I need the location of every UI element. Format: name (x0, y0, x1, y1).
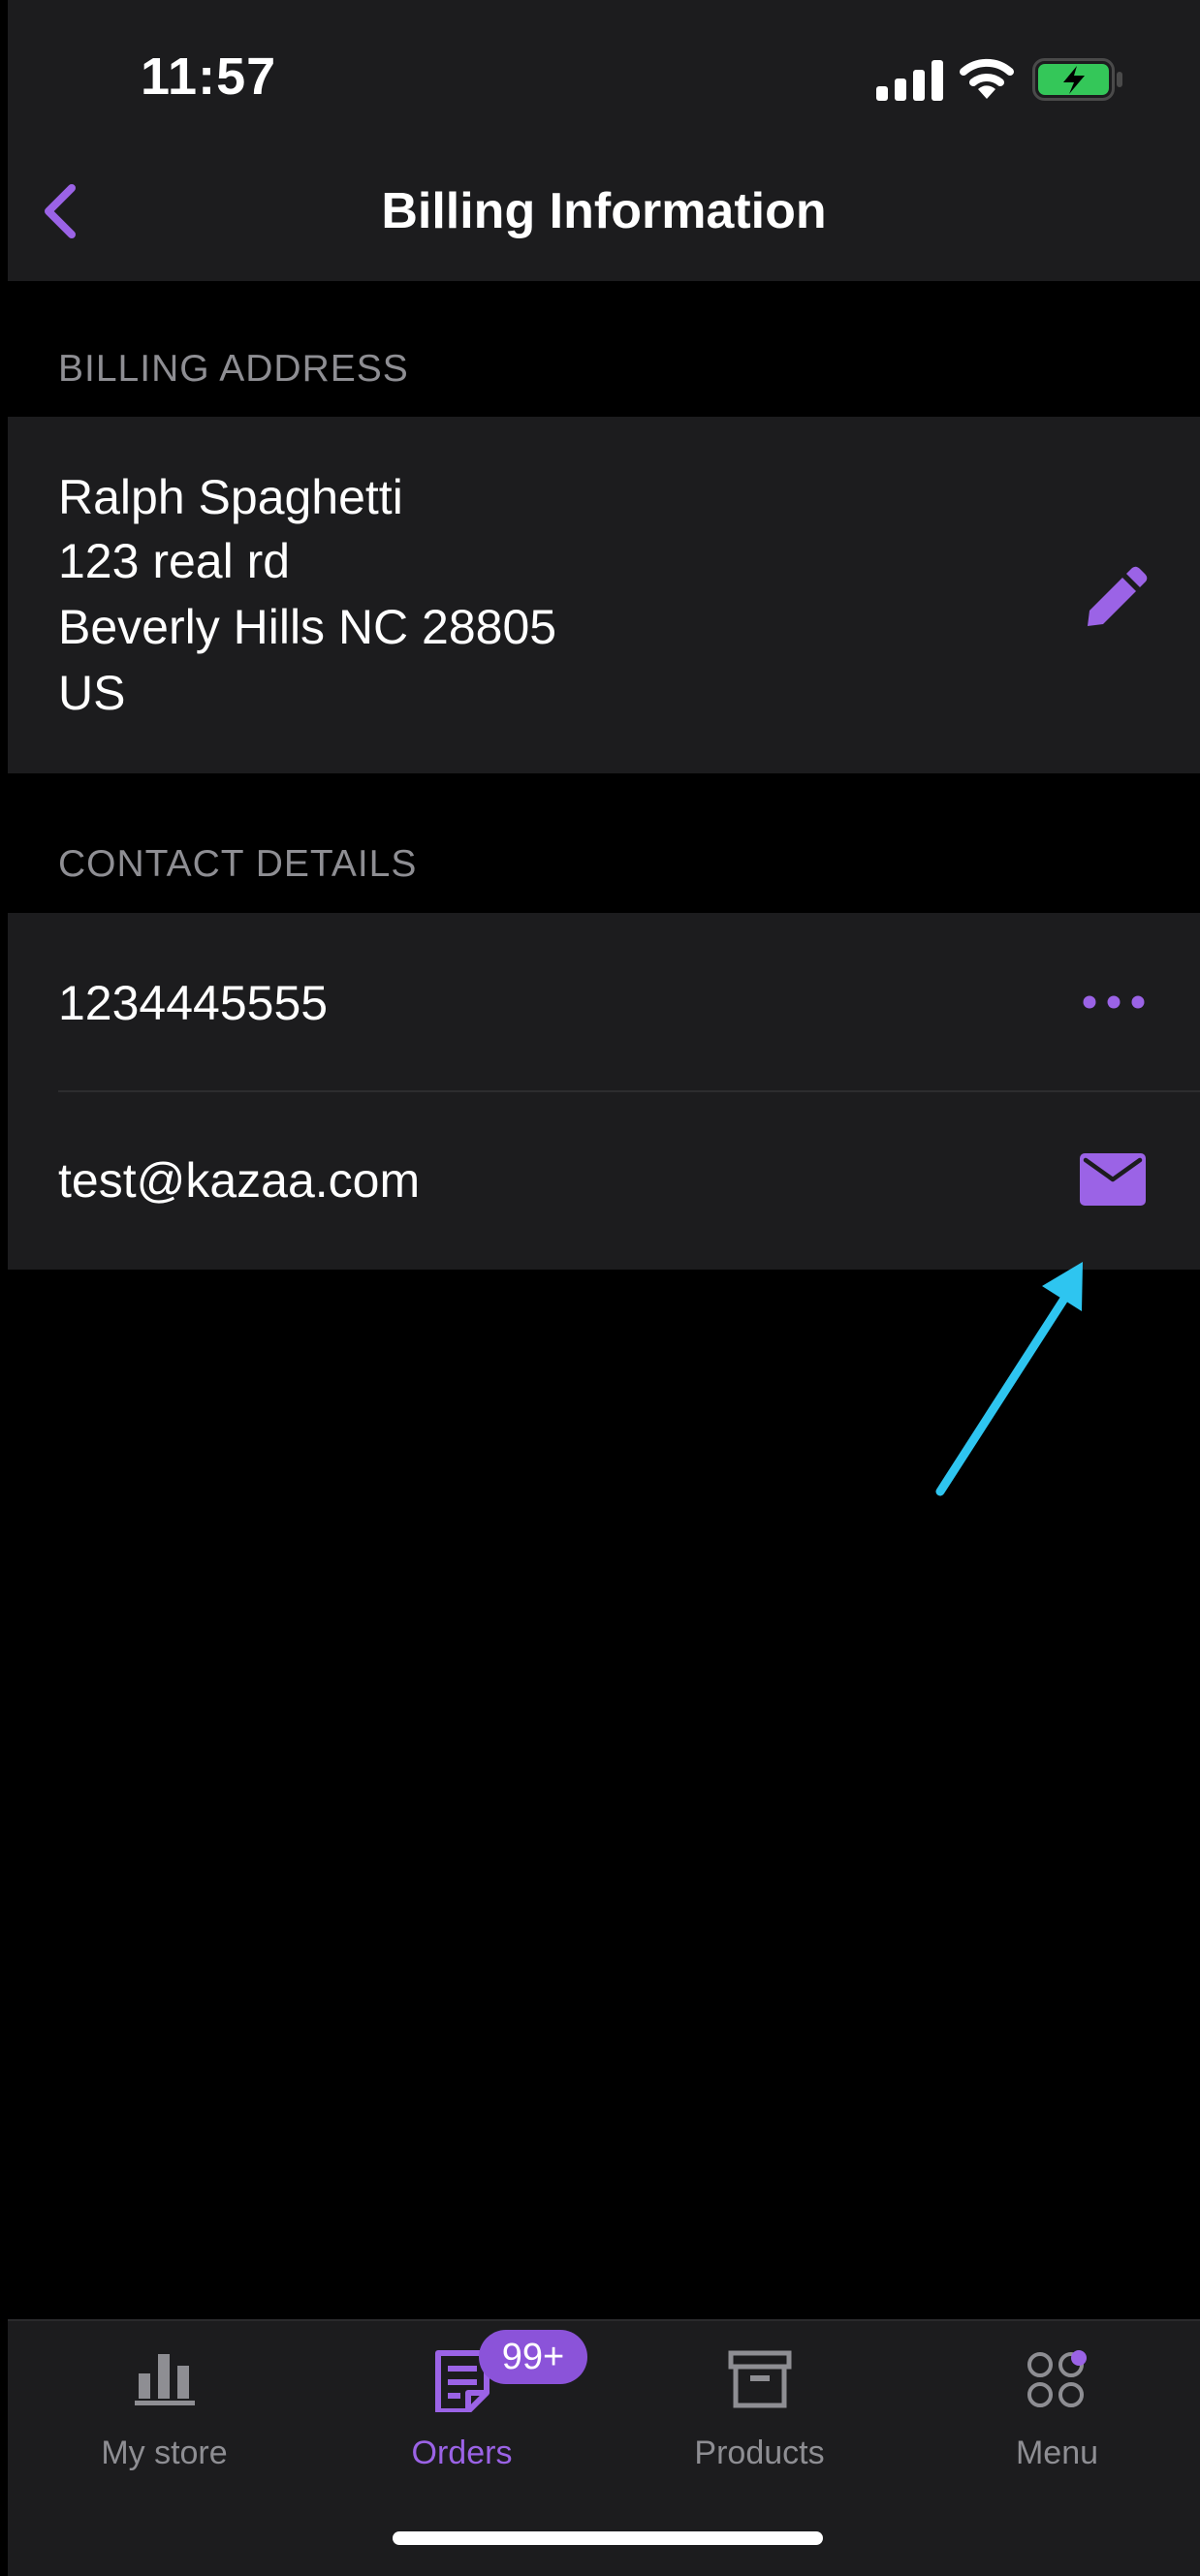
tab-label-orders: Orders (411, 2435, 513, 2471)
orders-count-badge: 99+ (479, 2330, 587, 2384)
address-name: Ralph Spaghetti (58, 470, 403, 524)
tab-products[interactable]: Products (611, 2321, 908, 2515)
pencil-icon[interactable] (1084, 566, 1148, 630)
contact-details-group: 1234445555 test@kazaa.com (8, 913, 1200, 1270)
billing-address-cell[interactable]: Ralph Spaghetti 123 real rd Beverly Hill… (8, 417, 1200, 773)
home-indicator (393, 2531, 823, 2545)
more-dots-icon[interactable] (1082, 994, 1146, 1010)
phone-row[interactable]: 1234445555 (8, 913, 1200, 1091)
tab-label-menu: Menu (1015, 2435, 1099, 2471)
tab-my-store[interactable]: My store (16, 2321, 313, 2515)
annotation-arrow (935, 1262, 1083, 1496)
grid-circles-icon (1026, 2350, 1087, 2407)
email-address: test@kazaa.com (58, 1153, 421, 1208)
billing-address-header: BILLING ADDRESS (58, 348, 409, 390)
app-screen: 11:57 Billing Information BILLING ADDRES… (8, 0, 1200, 2576)
phone-number: 1234445555 (58, 976, 329, 1030)
tab-label-my-store: My store (101, 2435, 228, 2471)
navigation-bar: 11:57 Billing Information (8, 0, 1200, 281)
battery-charging-icon (1032, 58, 1122, 101)
tab-label-products: Products (694, 2435, 825, 2471)
status-time: 11:57 (141, 47, 277, 106)
tab-menu[interactable]: Menu (908, 2321, 1200, 2515)
wifi-icon (960, 58, 1014, 99)
address-street: 123 real rd (58, 534, 291, 588)
address-city-state-zip: Beverly Hills NC 28805 (58, 600, 557, 654)
address-country: US (58, 666, 126, 720)
envelope-icon[interactable] (1080, 1153, 1146, 1206)
contact-details-header: CONTACT DETAILS (58, 843, 418, 885)
bar-chart-icon (134, 2354, 195, 2405)
page-title: Billing Information (381, 183, 827, 239)
email-row[interactable]: test@kazaa.com (8, 1092, 1200, 1270)
archive-box-icon (728, 2350, 791, 2408)
cellular-signal-icon (876, 60, 943, 101)
